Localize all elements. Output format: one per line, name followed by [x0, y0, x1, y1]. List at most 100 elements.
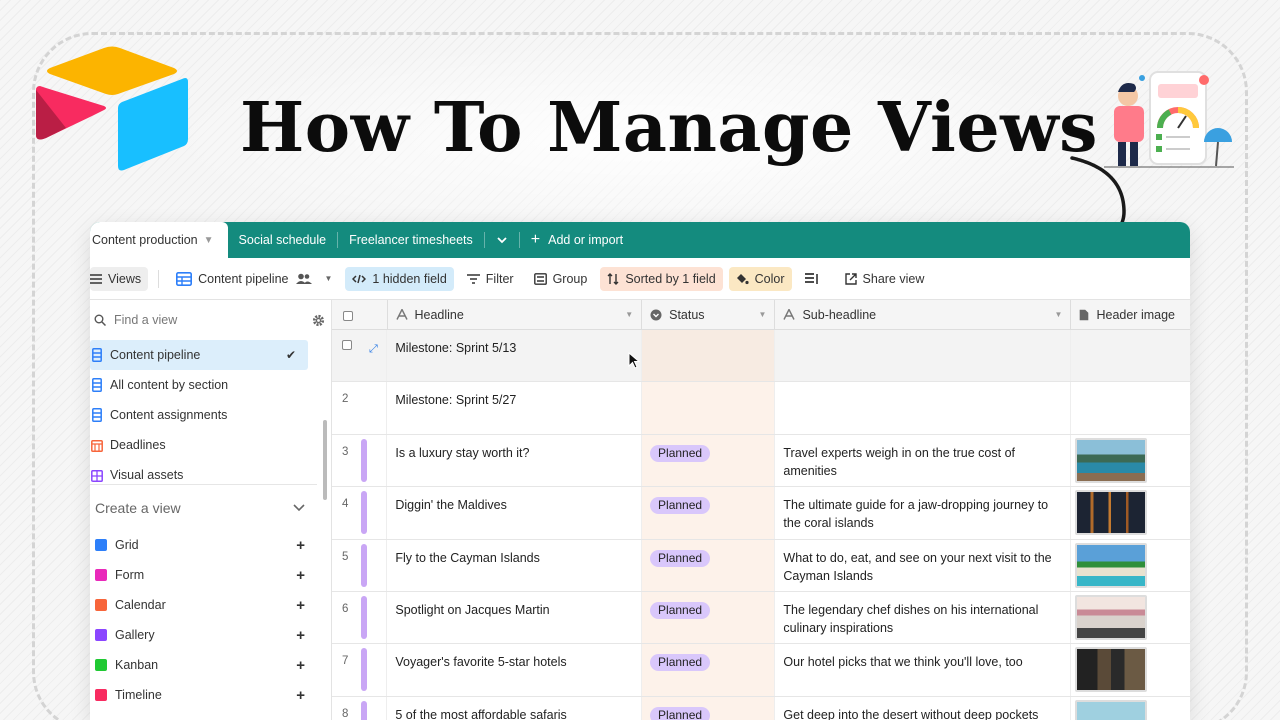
create-view-grid[interactable]: Grid + — [90, 530, 317, 560]
column-label: Sub-headline — [802, 307, 877, 322]
header-image-cell[interactable] — [1071, 487, 1190, 538]
subheadline-cell[interactable] — [775, 382, 1072, 434]
subheadline-cell[interactable]: What to do, eat, and see on your next vi… — [775, 539, 1072, 591]
status-cell[interactable]: Planned — [642, 539, 776, 591]
plus-icon[interactable]: + — [296, 597, 305, 614]
chevron-down-icon[interactable]: ▼ — [204, 235, 214, 246]
sort-button[interactable]: Sorted by 1 field — [600, 266, 723, 291]
subheadline-cell[interactable]: Our hotel picks that we think you'll lov… — [775, 644, 1072, 696]
gear-icon[interactable] — [312, 314, 325, 327]
create-view-calendar[interactable]: Calendar + — [90, 590, 317, 620]
sidebar-view-content-assignments[interactable]: Content assignments — [90, 400, 308, 430]
views-toggle-button[interactable]: Views — [90, 266, 149, 291]
column-header-subheadline[interactable]: Sub-headline ▼ — [775, 300, 1072, 329]
headline-cell[interactable]: Voyager's favorite 5-star hotels — [387, 644, 643, 696]
header-image-cell[interactable] — [1071, 540, 1190, 591]
header-image-thumbnail[interactable] — [1075, 490, 1148, 536]
tab-freelancer-timesheets[interactable]: Freelancer timesheets — [338, 222, 484, 258]
sidebar-view-visual-assets[interactable]: Visual assets — [90, 460, 308, 482]
sidebar-view-all-content[interactable]: All content by section — [90, 370, 308, 400]
sidebar-view-deadlines[interactable]: Deadlines — [90, 430, 308, 460]
tab-content-production[interactable]: Content production ▼ — [90, 222, 228, 258]
table-row[interactable]: 4 Diggin' the Maldives Planned The ultimate… — [332, 487, 1190, 540]
row-checkbox[interactable] — [342, 340, 352, 350]
subheadline-cell[interactable] — [775, 330, 1072, 382]
header-image-cell[interactable] — [1071, 330, 1190, 381]
headline-cell[interactable]: Is a luxury stay worth it? — [387, 434, 643, 487]
form-view-icon — [95, 569, 107, 581]
status-cell[interactable] — [642, 330, 776, 382]
select-all-checkbox[interactable] — [343, 310, 353, 321]
subheadline-cell[interactable]: Travel experts weigh in on the true cost… — [775, 434, 1072, 487]
create-view-timeline[interactable]: Timeline + — [90, 680, 317, 710]
tab-social-schedule[interactable]: Social schedule — [228, 222, 338, 258]
sidebar-view-content-pipeline[interactable]: Content pipeline ✔ — [90, 340, 308, 370]
header-image-cell[interactable] — [1071, 382, 1190, 433]
header-image-thumbnail[interactable] — [1075, 699, 1148, 720]
color-button[interactable]: Color — [728, 266, 792, 291]
header-image-thumbnail[interactable] — [1075, 542, 1148, 588]
table-row[interactable]: 8 5 of the most affordable safaris Planned… — [332, 696, 1190, 720]
chevron-down-icon[interactable]: ▼ — [1055, 310, 1063, 319]
header-image-thumbnail[interactable] — [1075, 437, 1148, 483]
view-label: All content by section — [110, 378, 229, 392]
header-image-cell[interactable] — [1071, 435, 1190, 486]
create-view-header[interactable]: Create a view — [90, 484, 317, 530]
headline-text: Voyager's favorite 5-star hotels — [395, 655, 567, 670]
column-header-header-image[interactable]: Header image — [1071, 300, 1190, 329]
table-row[interactable]: 6 Spotlight on Jacques Martin Planned The l… — [332, 591, 1190, 645]
create-view-form[interactable]: Form + — [90, 560, 317, 590]
hide-fields-button[interactable]: 1 hidden field — [345, 266, 454, 291]
sidebar-scrollbar[interactable] — [323, 420, 327, 500]
subheadline-cell[interactable]: The legendary chef dishes on his interna… — [775, 591, 1072, 644]
table-row[interactable]: 7 Voyager's favorite 5-star hotels Planned… — [332, 644, 1190, 697]
current-view-button[interactable]: Content pipeline ▼ — [169, 267, 339, 291]
row-color-bar — [361, 595, 367, 639]
filter-button[interactable]: Filter — [460, 267, 521, 291]
status-cell[interactable]: Planned — [642, 644, 776, 696]
table-row[interactable]: 2 Milestone: Sprint 5/27 — [332, 382, 1190, 435]
header-image-thumbnail[interactable] — [1075, 647, 1148, 693]
status-cell[interactable]: Planned — [642, 696, 776, 720]
create-view-gallery[interactable]: Gallery + — [90, 620, 317, 650]
headline-cell[interactable]: Milestone: Sprint 5/13 — [387, 330, 643, 382]
headline-cell[interactable]: 5 of the most affordable safaris — [387, 696, 643, 720]
header-image-thumbnail[interactable] — [1075, 594, 1148, 640]
row-color-bar — [361, 648, 367, 692]
add-or-import-button[interactable]: + Add or import — [520, 222, 634, 258]
plus-icon[interactable]: + — [296, 687, 305, 704]
toolbar-divider — [158, 269, 160, 288]
group-button[interactable]: Group — [527, 267, 595, 291]
status-cell[interactable]: Planned — [642, 487, 776, 539]
more-tables-button[interactable] — [485, 222, 519, 258]
share-view-button[interactable]: Share view — [838, 267, 932, 291]
table-row[interactable]: 5 Fly to the Cayman Islands Planned What to… — [332, 539, 1190, 592]
expand-record-icon[interactable]: ⤢ — [369, 340, 378, 358]
status-cell[interactable]: Planned — [642, 591, 776, 644]
plus-icon[interactable]: + — [296, 537, 305, 554]
table-row[interactable]: 3 Is a luxury stay worth it? Planned Travel… — [332, 434, 1190, 488]
header-image-cell[interactable] — [1071, 644, 1190, 695]
subheadline-cell[interactable]: Get deep into the desert without deep po… — [775, 696, 1072, 720]
chevron-down-icon[interactable]: ▼ — [759, 310, 767, 319]
row-height-button[interactable] — [798, 267, 832, 291]
headline-cell[interactable]: Milestone: Sprint 5/27 — [387, 382, 643, 434]
create-view-kanban[interactable]: Kanban + — [90, 650, 317, 680]
headline-cell[interactable]: Fly to the Cayman Islands — [387, 539, 643, 591]
group-icon — [533, 272, 547, 285]
subheadline-cell[interactable]: The ultimate guide for a jaw-dropping jo… — [775, 487, 1072, 539]
plus-icon[interactable]: + — [296, 567, 305, 584]
headline-cell[interactable]: Spotlight on Jacques Martin — [387, 591, 643, 644]
column-header-headline[interactable]: Headline ▼ — [388, 300, 643, 329]
status-cell[interactable] — [642, 382, 776, 434]
plus-icon[interactable]: + — [296, 657, 305, 674]
plus-icon[interactable]: + — [296, 627, 305, 644]
header-image-cell[interactable] — [1071, 592, 1190, 643]
find-view-input[interactable]: Find a view — [94, 313, 177, 327]
chevron-down-icon[interactable]: ▼ — [625, 310, 633, 319]
column-header-status[interactable]: Status ▼ — [642, 300, 776, 329]
headline-cell[interactable]: Diggin' the Maldives — [387, 487, 643, 539]
table-row[interactable]: ⤢ Milestone: Sprint 5/13 — [332, 330, 1190, 383]
header-image-cell[interactable] — [1071, 697, 1190, 720]
status-cell[interactable]: Planned — [642, 434, 776, 487]
